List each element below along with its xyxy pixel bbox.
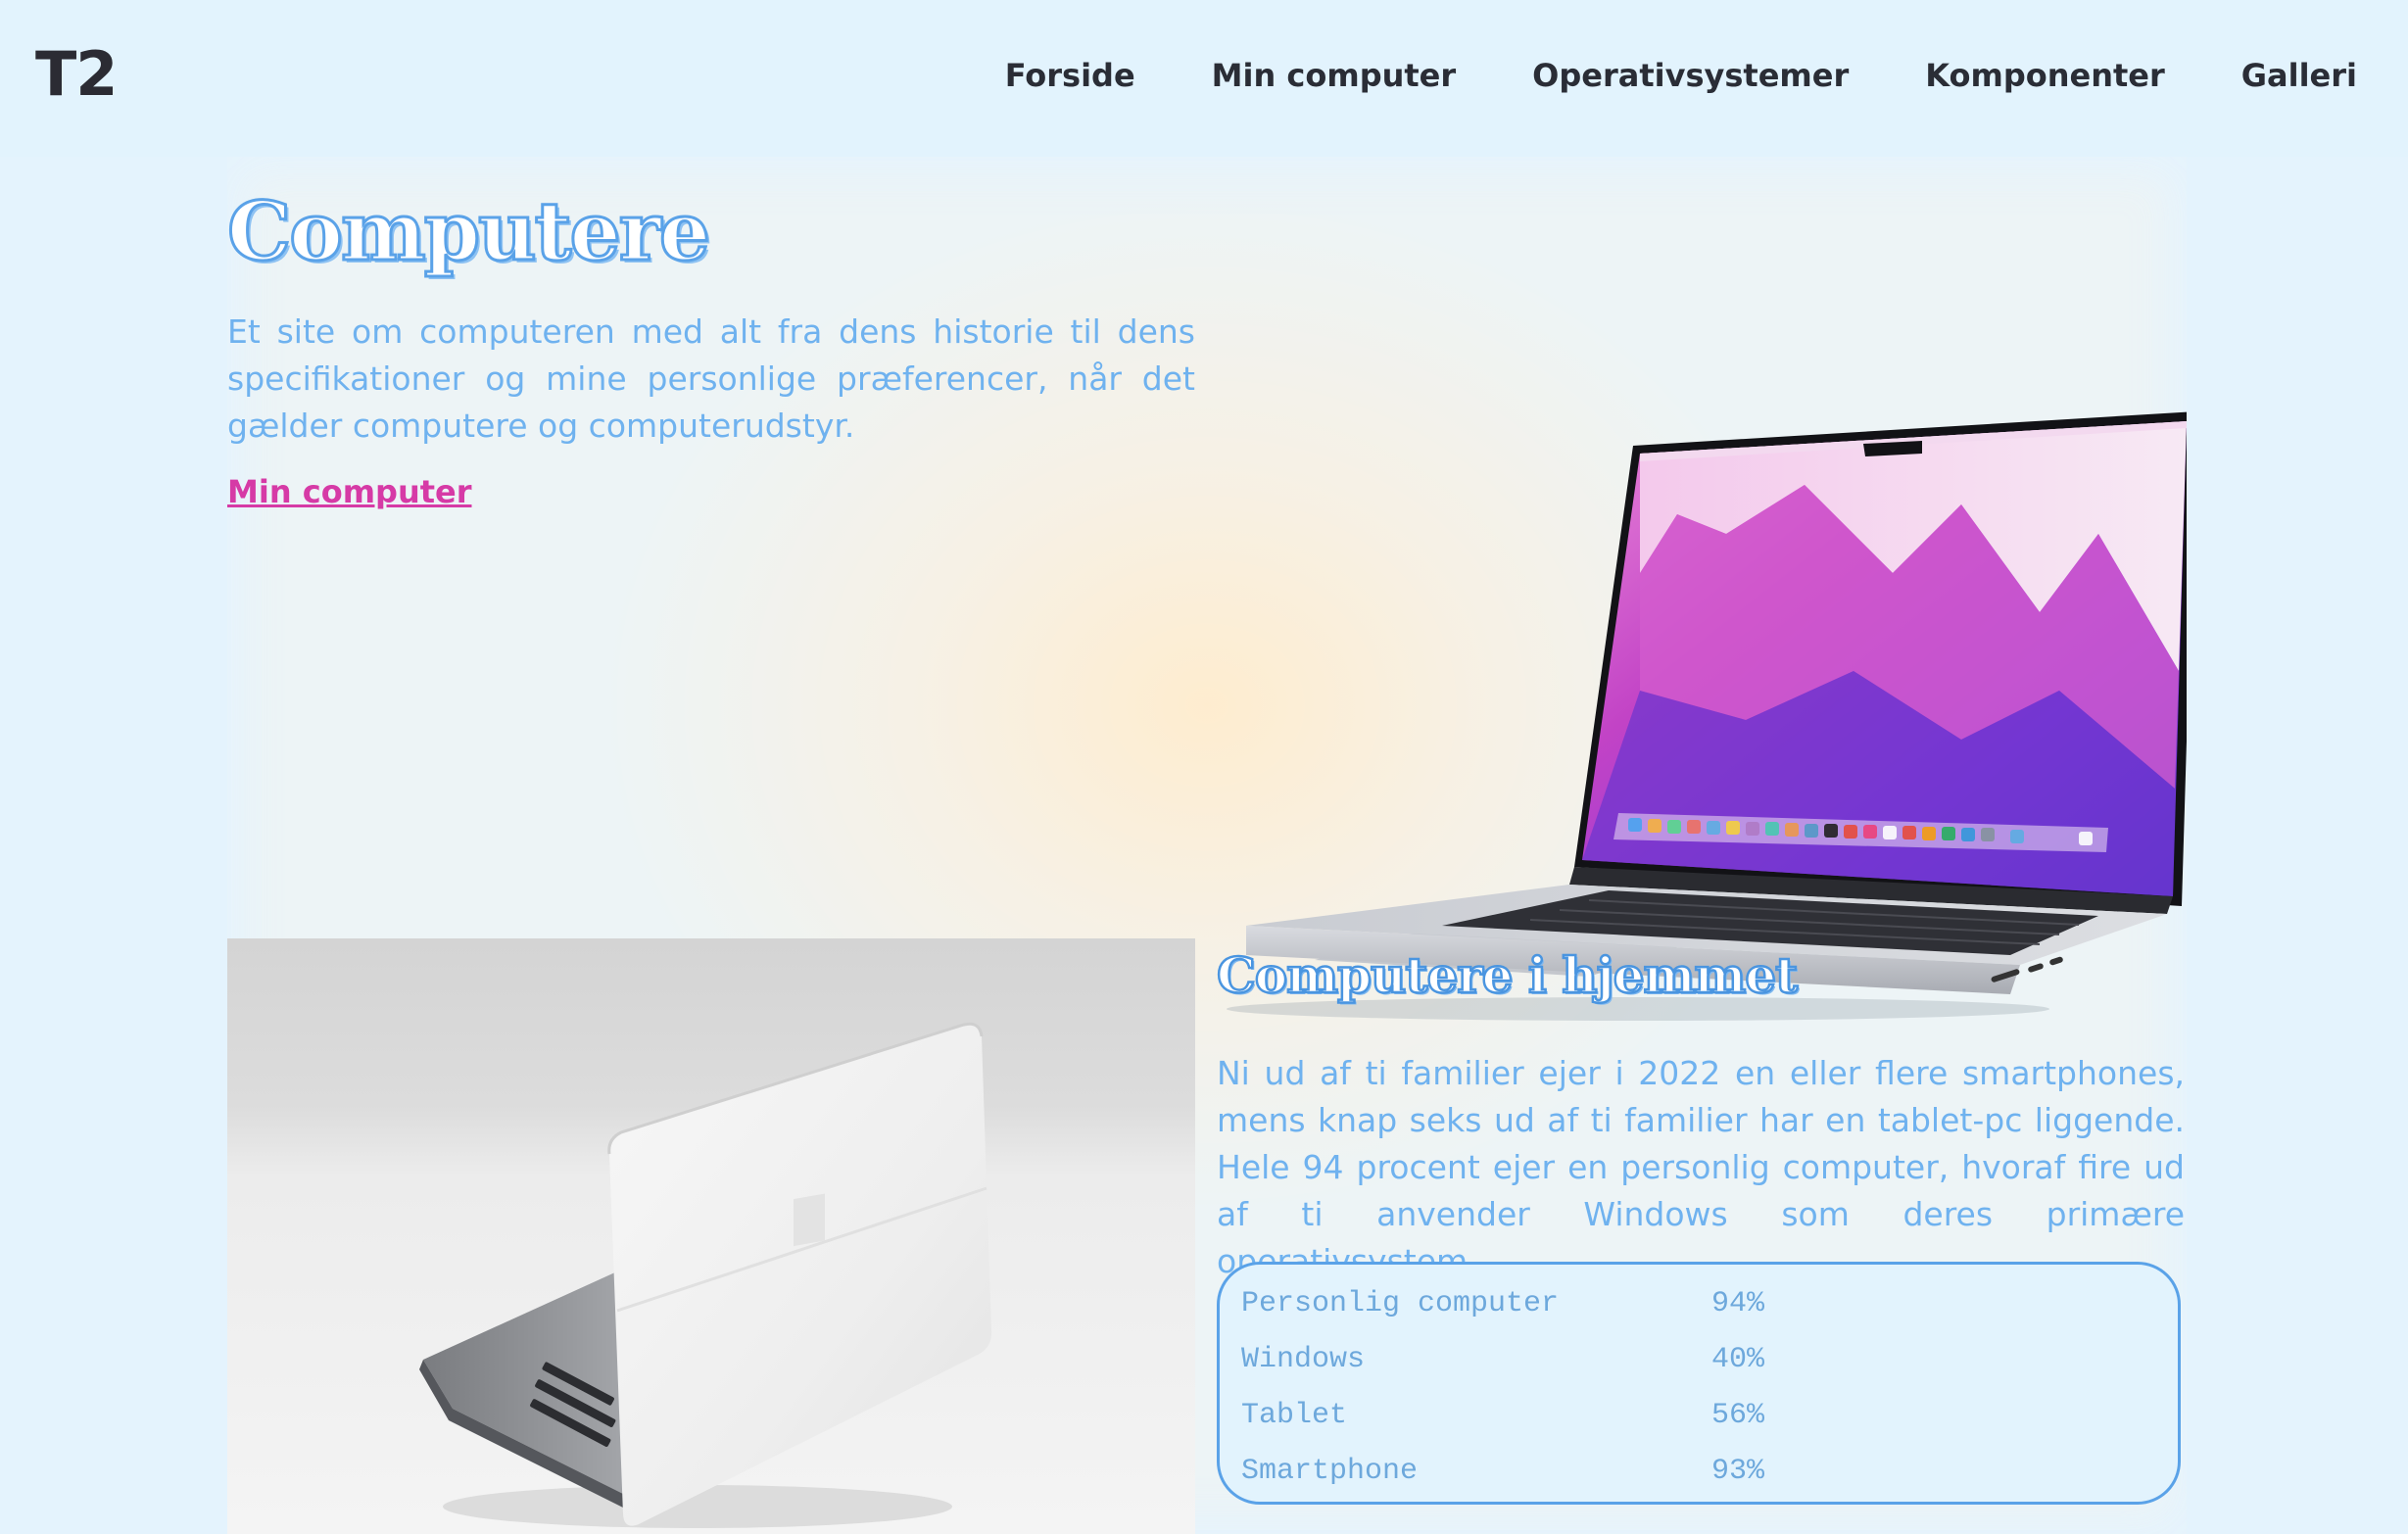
stats-label: Windows — [1241, 1343, 1366, 1376]
main-nav: Forside Min computer Operativsystemer Ko… — [1005, 51, 2357, 100]
hero-title: Computere — [225, 184, 711, 281]
nav-link-operativsystemer[interactable]: Operativsystemer — [1532, 51, 1849, 100]
hero-description: Et site om computeren med alt fra dens h… — [227, 312, 1195, 445]
site-logo[interactable]: T2 — [35, 37, 118, 112]
section-description-home-computers: Ni ud af ti familier ejer i 2022 en elle… — [1217, 1054, 2185, 1280]
stats-value: 93% — [1711, 1455, 1765, 1488]
nav-link-min-computer[interactable]: Min computer — [1212, 51, 1457, 100]
stats-value: 40% — [1711, 1343, 1765, 1376]
stats-value: 56% — [1711, 1399, 1765, 1432]
stats-table: Personlig computer 94% Windows 40% Table… — [1217, 1262, 2181, 1505]
laptop-back-image — [227, 938, 1195, 1534]
nav-link-galleri[interactable]: Galleri — [2241, 51, 2357, 100]
section-title-home-computers: Computere i hjemmet — [1216, 945, 1800, 1006]
stats-row: Personlig computer 94% — [1241, 1284, 1829, 1323]
nav-link-forside[interactable]: Forside — [1005, 51, 1135, 100]
main-content: Computere Et site om computeren med alt … — [225, 157, 2196, 1534]
stats-label: Personlig computer — [1241, 1287, 1560, 1320]
min-computer-link[interactable]: Min computer — [227, 468, 472, 515]
stats-label: Tablet — [1241, 1399, 1348, 1432]
stats-row: Smartphone 93% — [1241, 1452, 1829, 1491]
stats-label: Smartphone — [1241, 1455, 1419, 1488]
nav-link-komponenter[interactable]: Komponenter — [1925, 51, 2165, 100]
site-header: T2 Forside Min computer Operativsystemer… — [0, 0, 2408, 157]
stats-value: 94% — [1711, 1287, 1765, 1320]
stats-row: Windows 40% — [1241, 1340, 1829, 1379]
stats-row: Tablet 56% — [1241, 1396, 1829, 1435]
